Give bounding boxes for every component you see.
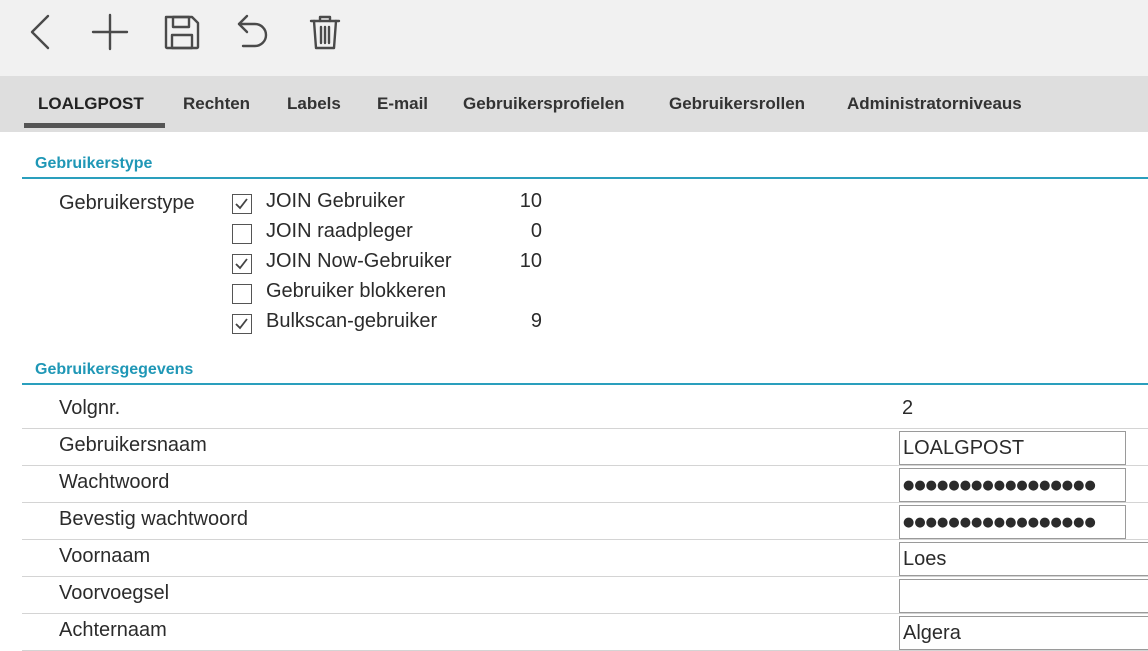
checkmark-icon xyxy=(235,258,248,270)
option-join-now-gebruiker: JOIN Now-Gebruiker 10 xyxy=(232,250,552,280)
option-label: JOIN Gebruiker xyxy=(266,190,405,212)
volgnr-label: Volgnr. xyxy=(59,397,121,419)
save-button[interactable] xyxy=(160,10,204,54)
save-icon xyxy=(164,15,200,50)
volgnr-value: 2 xyxy=(902,397,914,419)
bevestig-wachtwoord-label: Bevestig wachtwoord xyxy=(59,508,248,530)
section-title: Gebruikerstype xyxy=(35,155,153,172)
checkbox-bulkscan-gebruiker[interactable] xyxy=(232,314,252,334)
checkbox-gebruiker-blokkeren[interactable] xyxy=(232,284,252,304)
tab-administratorniveaus[interactable]: Administratorniveaus xyxy=(847,76,1022,132)
tab-email[interactable]: E-mail xyxy=(377,76,428,132)
back-button[interactable] xyxy=(18,10,62,54)
row-volgnr: Volgnr. 2 xyxy=(22,392,1148,429)
add-icon xyxy=(91,13,129,51)
tab-rechten[interactable]: Rechten xyxy=(183,76,250,132)
row-voornaam: Voornaam xyxy=(22,540,1148,577)
undo-icon xyxy=(237,14,268,48)
row-achternaam: Achternaam xyxy=(22,614,1148,651)
option-count: 0 xyxy=(530,220,542,242)
trash-icon xyxy=(309,15,341,50)
row-bevestig-wachtwoord: Bevestig wachtwoord xyxy=(22,503,1148,540)
wachtwoord-label: Wachtwoord xyxy=(59,471,170,493)
toolbar xyxy=(0,0,1148,76)
row-wachtwoord: Wachtwoord xyxy=(22,466,1148,503)
tab-gebruikersprofielen[interactable]: Gebruikersprofielen xyxy=(463,76,625,132)
voorvoegsel-label: Voorvoegsel xyxy=(59,582,170,604)
gebruikersnaam-label: Gebruikersnaam xyxy=(59,434,207,456)
checkmark-icon xyxy=(235,198,248,210)
wachtwoord-input[interactable] xyxy=(899,468,1126,502)
option-count: 10 xyxy=(519,250,542,272)
section-header-gebruikerstype: Gebruikerstype xyxy=(22,155,1148,179)
gebruikersnaam-input[interactable] xyxy=(899,431,1126,465)
option-count: 10 xyxy=(519,190,542,212)
section-header-gebruikersgegevens: Gebruikersgegevens xyxy=(22,361,1148,385)
option-label: Gebruiker blokkeren xyxy=(266,280,447,302)
checkbox-join-raadpleger[interactable] xyxy=(232,224,252,244)
back-icon xyxy=(30,14,50,50)
undo-button[interactable] xyxy=(232,10,276,54)
voornaam-input[interactable] xyxy=(899,542,1148,576)
achternaam-input[interactable] xyxy=(899,616,1148,650)
achternaam-label: Achternaam xyxy=(59,619,167,641)
checkmark-icon xyxy=(235,318,248,330)
option-join-gebruiker: JOIN Gebruiker 10 xyxy=(232,190,552,220)
tab-gebruikersrollen[interactable]: Gebruikersrollen xyxy=(669,76,805,132)
section-title: Gebruikersgegevens xyxy=(35,361,194,378)
option-label: JOIN raadpleger xyxy=(266,220,413,242)
bevestig-wachtwoord-input[interactable] xyxy=(899,505,1126,539)
option-bulkscan-gebruiker: Bulkscan-gebruiker 9 xyxy=(232,310,552,340)
voorvoegsel-input[interactable] xyxy=(899,579,1148,613)
option-gebruiker-blokkeren: Gebruiker blokkeren xyxy=(232,280,552,310)
gebruikerstype-label: Gebruikerstype xyxy=(59,192,195,214)
row-gebruikersnaam: Gebruikersnaam xyxy=(22,429,1148,466)
tab-bar: LOALGPOST Rechten Labels E-mail Gebruike… xyxy=(0,76,1148,132)
active-tab-indicator xyxy=(24,123,165,128)
voornaam-label: Voornaam xyxy=(59,545,151,567)
option-count: 9 xyxy=(530,310,542,332)
checkbox-join-gebruiker[interactable] xyxy=(232,194,252,214)
delete-button[interactable] xyxy=(303,10,347,54)
option-join-raadpleger: JOIN raadpleger 0 xyxy=(232,220,552,250)
checkbox-join-now-gebruiker[interactable] xyxy=(232,254,252,274)
option-label: JOIN Now-Gebruiker xyxy=(266,250,452,272)
row-voorvoegsel: Voorvoegsel xyxy=(22,577,1148,614)
option-label: Bulkscan-gebruiker xyxy=(266,310,438,332)
add-button[interactable] xyxy=(88,10,132,54)
tab-labels[interactable]: Labels xyxy=(287,76,341,132)
